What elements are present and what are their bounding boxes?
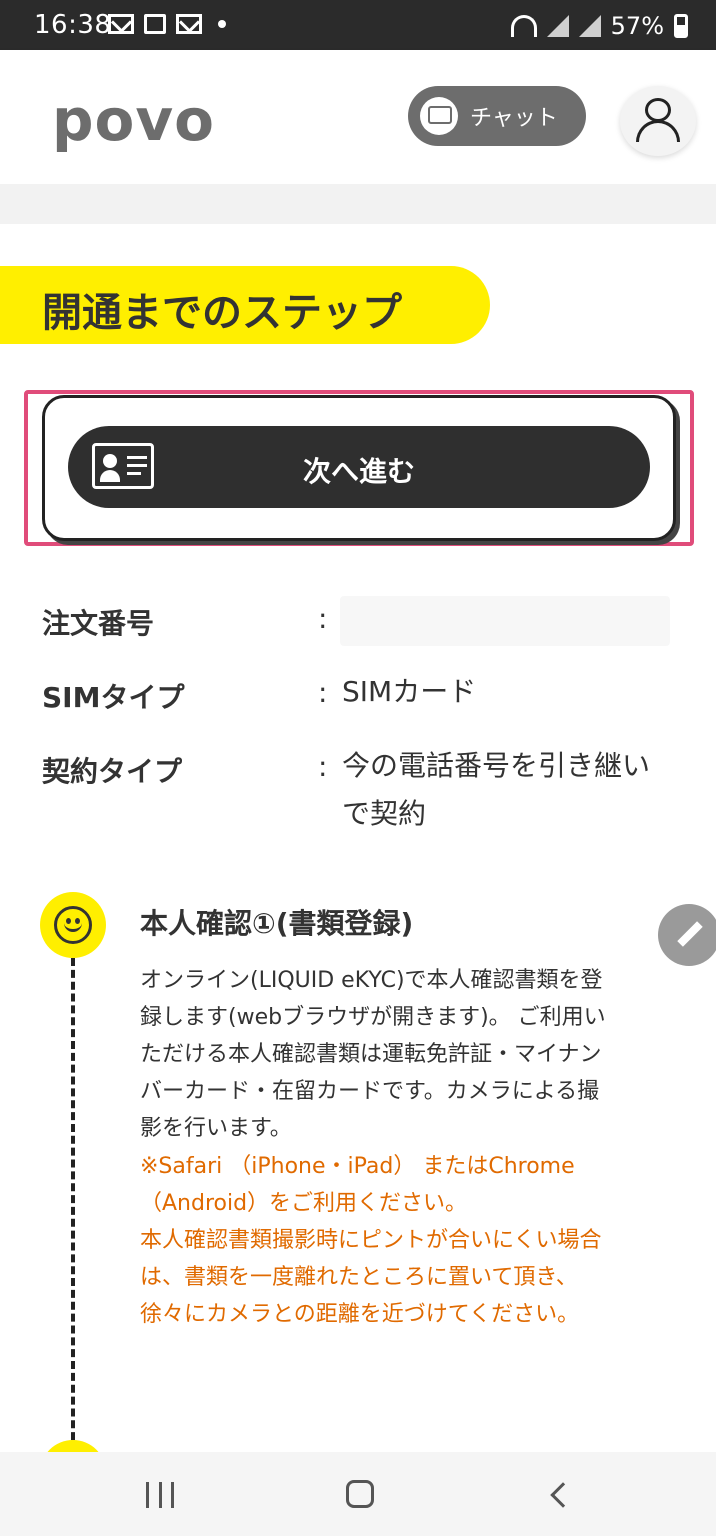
- contract-type-label: 契約タイプ: [42, 755, 183, 788]
- home-button[interactable]: [346, 1480, 374, 1508]
- order-number-colon: :: [318, 602, 328, 635]
- chat-button-label: チャット: [470, 106, 558, 131]
- system-icons: 57%: [510, 12, 688, 40]
- sim-type-value: SIMカード: [342, 675, 477, 708]
- more-notifications-dot-icon: [218, 20, 226, 28]
- step-description: オンライン(LIQUID eKYC)で本人確認書類を登録します(webブラウザが…: [140, 968, 606, 1141]
- system-nav-bar: [0, 1452, 716, 1536]
- pencil-icon: [677, 921, 703, 947]
- battery-icon: [674, 14, 688, 38]
- signal-icon: [546, 15, 569, 37]
- section-divider: [0, 184, 716, 224]
- sim-type-label: SIMタイプ: [42, 681, 185, 714]
- gallery-icon: [144, 14, 166, 34]
- next-button[interactable]: 次へ進む: [68, 426, 650, 508]
- step-title: 本人確認①(書類登録): [140, 907, 414, 940]
- status-bar: 16:38 57%: [0, 0, 716, 50]
- gmail-icon: [108, 14, 134, 34]
- step-note-browser: ※Safari （iPhone・iPad） またはChrome（Android）…: [140, 1154, 575, 1216]
- user-icon: [645, 98, 671, 122]
- edit-button[interactable]: [658, 904, 716, 966]
- next-button-label: 次へ進む: [302, 455, 415, 488]
- contract-type-value: 今の電話番号を引き継いで契約: [342, 749, 651, 830]
- wifi-icon: [510, 15, 537, 37]
- smile-icon: [40, 892, 106, 958]
- back-button[interactable]: [550, 1482, 576, 1508]
- notification-icons: [108, 14, 226, 34]
- page-title: 開通までのステップ: [42, 290, 402, 336]
- povo-logo[interactable]: povo: [52, 86, 215, 154]
- step-note-focus: 本人確認書類撮影時にピントが合いにくい場合は、書類を一度離れたところに置いて頂き…: [140, 1228, 602, 1327]
- status-time: 16:38: [34, 10, 112, 40]
- chat-button[interactable]: チャット: [408, 86, 586, 146]
- section-title-banner: 開通までのステップ: [0, 266, 490, 344]
- account-button[interactable]: [620, 86, 696, 156]
- order-number-value: [340, 596, 670, 646]
- battery-percent: 57%: [610, 12, 664, 40]
- order-number-label: 注文番号: [42, 607, 155, 640]
- contract-type-colon: :: [318, 750, 328, 783]
- step-note: ※Safari （iPhone・iPad） またはChrome（Android）…: [140, 1148, 620, 1333]
- gmail-icon: [176, 14, 202, 34]
- sim-type-colon: :: [318, 676, 328, 709]
- chat-icon: [420, 97, 458, 135]
- timeline-connector: [71, 958, 75, 1452]
- signal-icon: [578, 15, 601, 37]
- recent-apps-button[interactable]: [146, 1482, 174, 1508]
